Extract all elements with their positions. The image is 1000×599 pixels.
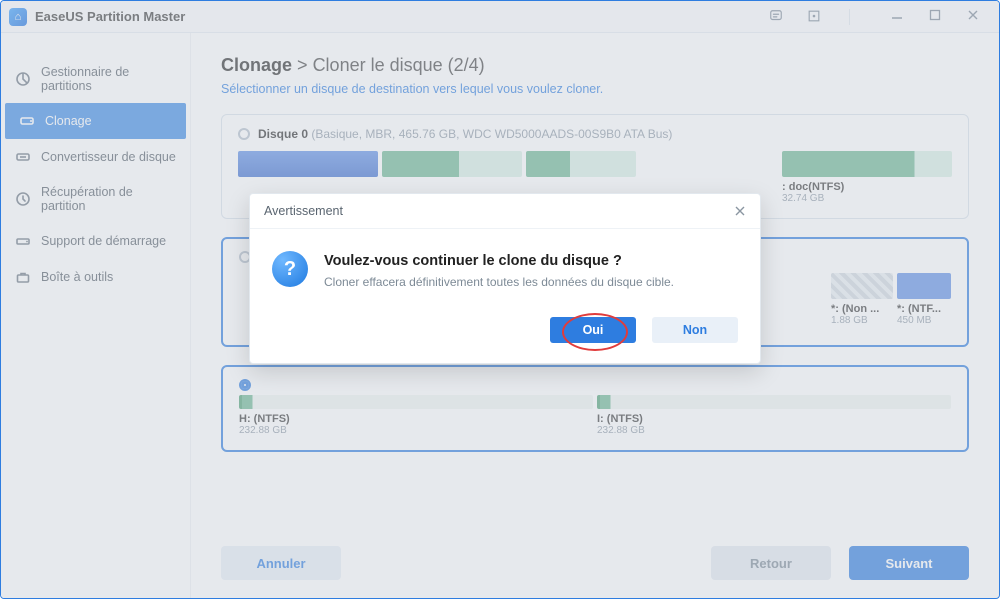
confirm-yes-button[interactable]: Oui	[550, 317, 636, 343]
minimize-button[interactable]	[891, 9, 915, 25]
pie-icon	[15, 71, 31, 87]
disk-name: Disque 0	[258, 127, 308, 141]
sidebar: Gestionnaire de partitions Clonage Conve…	[1, 33, 191, 598]
dialog-title: Avertissement	[264, 204, 343, 218]
partition-size: 232.88 GB	[239, 425, 593, 436]
maximize-button[interactable]	[929, 9, 953, 25]
disk-radio[interactable]	[238, 128, 250, 140]
partition-size: 1.88 GB	[831, 315, 893, 326]
partition-bar	[382, 151, 522, 177]
question-icon: ?	[272, 251, 308, 287]
sidebar-item-clone[interactable]: Clonage	[5, 103, 186, 139]
dialog-actions: Oui Non	[250, 297, 760, 363]
partition-bar	[897, 273, 951, 299]
convert-icon	[15, 149, 31, 165]
partition-label: I: (NTFS)	[597, 413, 951, 425]
drive-icon	[15, 233, 31, 249]
disk-icon	[19, 113, 35, 129]
sidebar-item-label: Gestionnaire de partitions	[41, 65, 176, 93]
recovery-icon	[15, 191, 31, 207]
disk-radio[interactable]	[239, 379, 251, 391]
partition-bar	[782, 151, 952, 177]
breadcrumb-sub: Cloner le disque (2/4)	[313, 55, 485, 75]
partition-bar	[526, 151, 636, 177]
disk-meta: (Basique, MBR, 465.76 GB, WDC WD5000AADS…	[311, 127, 672, 141]
partition-size: 450 MB	[897, 315, 951, 326]
partition-label: *: (Non ...	[831, 303, 893, 315]
partition-bar	[597, 395, 951, 409]
sidebar-item-label: Clonage	[45, 114, 92, 128]
dialog-body: ? Voulez-vous continuer le clone du disq…	[250, 229, 760, 297]
dialog-header: Avertissement	[250, 194, 760, 229]
partition-bar	[239, 395, 593, 409]
wizard-footer: Annuler Retour Suivant	[221, 546, 969, 580]
sidebar-item-partition-recovery[interactable]: Récupération de partition	[1, 175, 190, 223]
breadcrumb-sep: >	[297, 55, 308, 75]
back-button[interactable]: Retour	[711, 546, 831, 580]
settings-icon[interactable]	[807, 9, 831, 25]
app-title: EaseUS Partition Master	[35, 9, 185, 24]
sidebar-item-disk-converter[interactable]: Convertisseur de disque	[1, 139, 190, 175]
dialog-message: Cloner effacera définitivement toutes le…	[324, 275, 674, 289]
partition-label: H: (NTFS)	[239, 413, 593, 425]
partition-label: : doc(NTFS)	[782, 181, 952, 193]
disk-card-2[interactable]: H: (NTFS) 232.88 GB I: (NTFS) 232.88 GB	[221, 365, 969, 452]
close-button[interactable]	[967, 9, 991, 25]
next-button[interactable]: Suivant	[849, 546, 969, 580]
separator	[849, 9, 873, 25]
close-icon[interactable]	[734, 205, 746, 217]
confirm-no-button[interactable]: Non	[652, 317, 738, 343]
breadcrumb: Clonage > Cloner le disque (2/4)	[221, 55, 969, 76]
partition-size: 232.88 GB	[597, 425, 951, 436]
titlebar: ⌂ EaseUS Partition Master	[1, 1, 999, 33]
cancel-button[interactable]: Annuler	[221, 546, 341, 580]
dialog-heading: Voulez-vous continuer le clone du disque…	[324, 253, 674, 269]
warning-dialog: Avertissement ? Voulez-vous continuer le…	[249, 193, 761, 364]
sidebar-item-label: Boîte à outils	[41, 270, 113, 284]
window-controls	[769, 9, 991, 25]
disk-title: Disque 0 (Basique, MBR, 465.76 GB, WDC W…	[258, 127, 672, 141]
app-window: ⌂ EaseUS Partition Master	[0, 0, 1000, 599]
page-subtitle: Sélectionner un disque de destination ve…	[221, 82, 969, 96]
partition-label: *: (NTF...	[897, 303, 951, 315]
toolbox-icon	[15, 269, 31, 285]
partition-bar	[238, 151, 378, 177]
app-logo-icon: ⌂	[9, 8, 27, 26]
sidebar-item-partition-manager[interactable]: Gestionnaire de partitions	[1, 55, 190, 103]
sidebar-item-label: Convertisseur de disque	[41, 150, 176, 164]
breadcrumb-main: Clonage	[221, 55, 292, 75]
sidebar-item-label: Support de démarrage	[41, 234, 166, 248]
partition-bar-unallocated	[831, 273, 893, 299]
feedback-icon[interactable]	[769, 9, 793, 25]
sidebar-item-bootable-media[interactable]: Support de démarrage	[1, 223, 190, 259]
sidebar-item-toolbox[interactable]: Boîte à outils	[1, 259, 190, 295]
partition-size: 32.74 GB	[782, 193, 952, 204]
sidebar-item-label: Récupération de partition	[41, 185, 176, 213]
